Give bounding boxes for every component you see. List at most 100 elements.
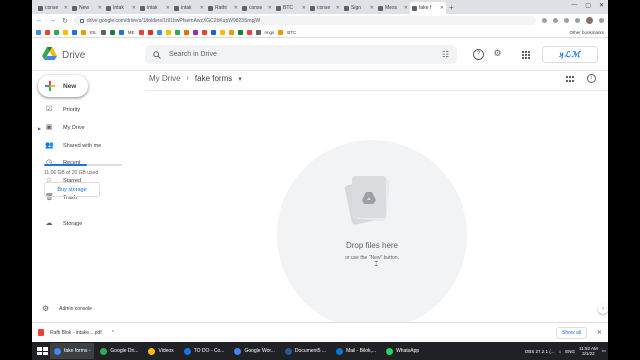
tab-close-icon[interactable]: ✕ (404, 5, 408, 11)
tab-close-icon[interactable]: ✕ (64, 5, 68, 11)
taskbar-item[interactable]: TO DO - Co... (180, 343, 229, 359)
maximize-icon[interactable]: ▢ (585, 2, 591, 9)
search-icon[interactable] (153, 50, 161, 59)
sidebar-item-storage[interactable]: ☁ Storage (32, 217, 145, 231)
drop-zone[interactable] (277, 140, 467, 330)
tab-close-icon[interactable]: ✕ (268, 5, 272, 11)
drive-logo-icon[interactable] (42, 47, 57, 61)
new-tab-icon[interactable]: + (449, 2, 454, 14)
breadcrumb-current-folder[interactable]: fake forms (195, 74, 232, 83)
taskbar-item[interactable]: WhatsApp (382, 343, 423, 359)
tab-close-icon[interactable]: ✕ (132, 5, 136, 11)
browser-tab[interactable]: Mess ✕ (376, 2, 410, 14)
help-icon[interactable]: ? (473, 49, 484, 60)
bookmark-icon[interactable] (183, 29, 189, 35)
bookmark-label[interactable]: EIL (90, 30, 97, 35)
app-title[interactable]: Drive (62, 50, 85, 61)
close-window-icon[interactable]: ✕ (599, 2, 604, 9)
search-input[interactable]: Search in Drive ☷ (145, 45, 457, 64)
sidebar-item-my-drive[interactable]: ▶ ▣ My Drive (32, 121, 145, 135)
info-icon[interactable]: i (587, 74, 596, 83)
chevron-down-icon[interactable]: ▾ (238, 75, 242, 83)
notifications-icon[interactable]: ▭ (602, 348, 606, 354)
grid-view-icon[interactable] (566, 76, 574, 83)
bookmark-icon[interactable] (192, 29, 198, 35)
chevron-up-icon[interactable]: ^ (112, 330, 114, 336)
download-file-name[interactable]: Rafti Blok - intake....pdf (50, 330, 102, 336)
sidebar-item-priority[interactable]: ☑ Priority (32, 103, 145, 117)
taskbar-item[interactable]: Videos (144, 343, 177, 359)
taskbar-item[interactable]: Google Wor... (230, 343, 278, 359)
taskbar-item[interactable]: fake forms - (50, 343, 95, 359)
show-all-button[interactable]: Show all (556, 326, 587, 339)
extension-icon[interactable] (553, 18, 558, 23)
tab-close-icon[interactable]: ✕ (302, 5, 306, 11)
bookmark-icon[interactable] (81, 29, 86, 35)
extension-icon[interactable] (564, 18, 569, 23)
search-options-icon[interactable]: ☷ (442, 50, 449, 59)
bookmark-icon[interactable] (118, 29, 124, 35)
settings-icon[interactable]: ⚙ (492, 49, 503, 60)
bookmark-icon[interactable] (54, 29, 59, 35)
apps-grid-icon[interactable] (522, 51, 530, 59)
tab-close-icon[interactable]: ✕ (166, 5, 170, 11)
minimize-icon[interactable]: — (571, 2, 577, 9)
browser-tab[interactable]: Rathi ✕ (206, 2, 240, 14)
tab-close-icon[interactable]: ✕ (336, 5, 340, 11)
address-bar[interactable]: drive.google.com/drive/u/1/folders/1t91b… (73, 16, 536, 25)
browser-tab[interactable]: fake f ✕ (410, 2, 446, 14)
bookmark-icon[interactable] (165, 29, 171, 35)
language-indicator[interactable]: ENG (565, 349, 575, 354)
bookmark-label[interactable]: rings (265, 30, 275, 35)
bookmark-icon[interactable] (228, 29, 234, 35)
browser-tab[interactable]: conse ✕ (36, 2, 70, 14)
tab-close-icon[interactable]: ✕ (98, 5, 102, 11)
bookmark-icon[interactable] (278, 29, 284, 35)
bookmark-icon[interactable] (219, 29, 225, 35)
bookmark-icon[interactable] (237, 29, 243, 35)
tab-close-icon[interactable]: ✕ (440, 5, 444, 11)
profile-avatar[interactable] (586, 17, 593, 24)
bookmark-label[interactable]: ME (128, 30, 135, 35)
clock[interactable]: 11:52 AM 3/1/22 (579, 346, 598, 356)
browser-tab[interactable]: conse ✕ (308, 2, 342, 14)
browser-tab[interactable]: Intak ✕ (104, 2, 138, 14)
back-icon[interactable]: ← (36, 17, 43, 24)
admin-console-link[interactable]: ⚙ Admin console (42, 304, 92, 313)
taskbar-item[interactable]: Google Dri... (96, 343, 142, 359)
organization-logo[interactable]: ʞℒℳ (542, 46, 598, 63)
buy-storage-button[interactable]: Buy storage (44, 182, 100, 197)
sidebar-item-shared[interactable]: 👥 Shared with me (32, 139, 145, 153)
bookmark-icon[interactable] (72, 29, 77, 35)
forward-icon[interactable]: → (49, 17, 56, 24)
other-bookmarks[interactable]: Other bookmarks (569, 30, 604, 35)
browser-tab[interactable]: intak ✕ (138, 2, 172, 14)
breadcrumb-my-drive[interactable]: My Drive (149, 74, 181, 83)
windows-start-icon[interactable] (34, 344, 48, 358)
browser-tab[interactable]: New ✕ (70, 2, 104, 14)
bookmark-icon[interactable] (45, 29, 50, 35)
bookmark-icon[interactable] (255, 29, 261, 35)
bookmark-icon[interactable] (201, 29, 207, 35)
bookmark-icon[interactable] (138, 29, 144, 35)
taskbar-item[interactable]: Document5 ... (281, 343, 330, 359)
menu-icon[interactable] (599, 18, 604, 23)
bookmark-icon[interactable] (100, 29, 106, 35)
tab-close-icon[interactable]: ✕ (200, 5, 204, 11)
collapse-panel-icon[interactable]: › (598, 304, 608, 314)
browser-tab[interactable]: intak ✕ (172, 2, 206, 14)
extension-icon[interactable] (575, 18, 580, 23)
bookmark-icon[interactable] (147, 29, 153, 35)
taskbar-item[interactable]: Mail - Bilok,... (332, 343, 380, 359)
expand-caret-icon[interactable]: ▶ (38, 126, 41, 131)
network-icon[interactable]: ⌂ (559, 349, 562, 354)
new-button[interactable]: New (38, 75, 88, 97)
bookmark-icon[interactable] (156, 29, 162, 35)
bookmark-icon[interactable] (109, 29, 115, 35)
reload-icon[interactable]: ↻ (62, 17, 68, 25)
bookmark-icon[interactable] (174, 29, 180, 35)
bookmark-icon[interactable] (36, 29, 41, 35)
tab-close-icon[interactable]: ✕ (234, 5, 238, 11)
browser-tab[interactable]: Sign ✕ (342, 2, 376, 14)
tab-close-icon[interactable]: ✕ (370, 5, 374, 11)
